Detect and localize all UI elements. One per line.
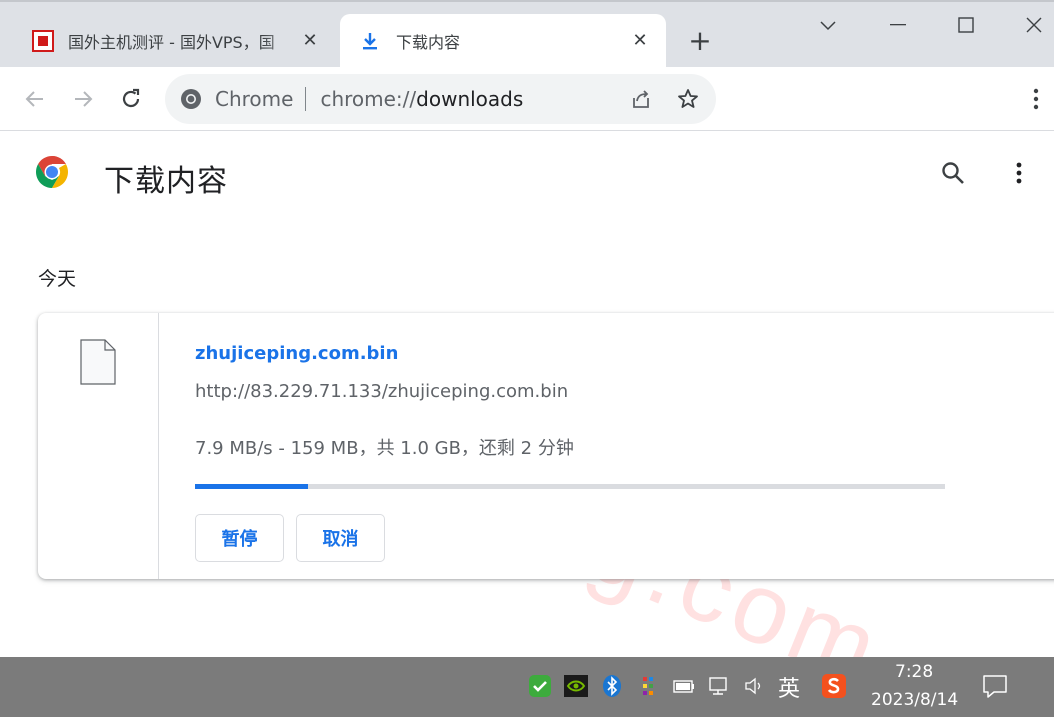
tab-title: 下载内容 <box>396 32 461 52</box>
pause-button[interactable]: 暂停 <box>195 514 284 562</box>
page-title: 下载内容 <box>104 164 228 199</box>
taskbar: 英 7:28 2023/8/14 <box>0 657 1054 717</box>
omnibox-site-label: Chrome <box>215 87 294 111</box>
sogou-input-icon[interactable] <box>822 674 846 698</box>
search-icon[interactable] <box>940 160 966 186</box>
download-status: 7.9 MB/s - 159 MB，共 1.0 GB，还剩 2 分钟 <box>195 438 574 459</box>
notification-center-icon[interactable] <box>982 673 1008 699</box>
share-icon[interactable] <box>629 87 653 111</box>
date-group-label: 今天 <box>38 268 77 290</box>
site-favicon-icon <box>32 29 54 52</box>
tab-close-icon[interactable]: ✕ <box>628 29 652 53</box>
chrome-logo-icon <box>35 156 69 188</box>
downloads-header: 下载内容 <box>0 132 1054 222</box>
cancel-button[interactable]: 取消 <box>296 514 385 562</box>
close-window-icon[interactable] <box>1014 10 1054 40</box>
bookmark-star-icon[interactable] <box>676 87 700 111</box>
tab-downloads[interactable]: 下载内容 ✕ <box>340 14 666 67</box>
toolbar: Chrome chrome://downloads <box>0 67 1054 131</box>
tab-zhujiceping[interactable]: 国外主机测评 - 国外VPS，国 ✕ <box>14 14 336 67</box>
minimize-icon[interactable] <box>878 10 918 40</box>
download-icon <box>363 32 377 49</box>
download-progress-fill <box>195 484 308 489</box>
omnibox-separator <box>305 87 307 111</box>
omnibox-url[interactable]: chrome://downloads <box>320 87 523 111</box>
more-options-icon[interactable] <box>1008 160 1030 186</box>
new-tab-button[interactable]: + <box>686 27 714 56</box>
browser-menu-icon[interactable] <box>1024 85 1048 113</box>
tab-strip: 国外主机测评 - 国外VPS，国 ✕ 下载内容 ✕ + <box>0 0 1054 67</box>
tab-close-icon[interactable]: ✕ <box>298 29 322 53</box>
bluetooth-icon[interactable] <box>600 674 624 698</box>
file-name-link[interactable]: zhujiceping.com.bin <box>195 343 398 364</box>
tab-title: 国外主机测评 - 国外VPS，国 <box>68 32 275 52</box>
security-check-icon[interactable] <box>528 674 552 698</box>
card-divider <box>158 313 159 579</box>
clock-time[interactable]: 7:28 <box>895 662 933 682</box>
nvidia-icon[interactable] <box>564 674 588 698</box>
omnibox[interactable]: Chrome chrome://downloads <box>165 74 716 124</box>
file-icon <box>80 339 116 385</box>
color-app-icon[interactable] <box>636 674 660 698</box>
battery-icon[interactable] <box>672 674 696 698</box>
download-card: zhujiceping.com.bin http://83.229.71.133… <box>38 313 1054 579</box>
reload-icon[interactable] <box>117 85 145 113</box>
clock-date[interactable]: 2023/8/14 <box>871 690 958 710</box>
forward-icon[interactable] <box>69 85 97 113</box>
maximize-icon[interactable] <box>946 10 986 40</box>
tab-search-chevron-icon[interactable] <box>808 10 848 40</box>
window-edge <box>0 0 1054 2</box>
network-icon[interactable] <box>708 674 732 698</box>
download-progress-bar <box>195 484 945 489</box>
chrome-site-icon <box>181 89 201 109</box>
volume-icon[interactable] <box>743 674 767 698</box>
back-icon[interactable] <box>21 85 49 113</box>
file-source-url[interactable]: http://83.229.71.133/zhujiceping.com.bin <box>195 381 568 402</box>
ime-language-indicator[interactable]: 英 <box>778 671 800 703</box>
